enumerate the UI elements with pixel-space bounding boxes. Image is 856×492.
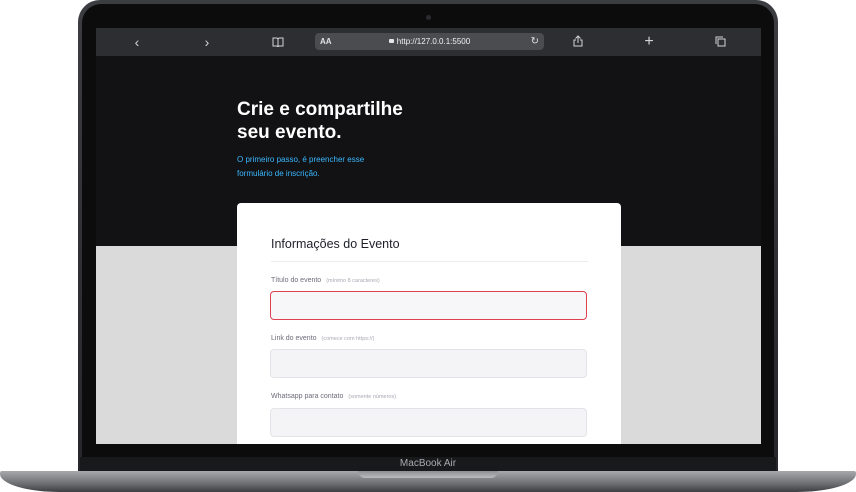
- chevron-right-icon[interactable]: ›: [202, 33, 212, 51]
- event-form-card: Informações do Evento Título do evento (m…: [237, 203, 621, 444]
- event-link-label: Link do evento (comece com https://): [271, 335, 375, 342]
- browser-screen: ‹ › AA http://127.0.0.1:5500 ↻ + Crie e …: [96, 28, 761, 444]
- browser-toolbar: ‹ › AA http://127.0.0.1:5500 ↻ +: [96, 28, 761, 56]
- whatsapp-label: Whatsapp para contato (somente números): [271, 393, 397, 400]
- form-section-title: Informações do Evento: [271, 237, 400, 251]
- divider: [271, 261, 588, 262]
- whatsapp-input[interactable]: [270, 408, 587, 437]
- event-title-label: Título do evento (mínimo 8 caracteres): [271, 277, 380, 284]
- url-text: http://127.0.0.1:5500: [396, 37, 471, 46]
- laptop-notch: [358, 471, 498, 478]
- reload-icon[interactable]: ↻: [531, 33, 539, 50]
- lock-icon: [388, 39, 394, 43]
- tabs-icon[interactable]: [714, 33, 726, 51]
- book-icon[interactable]: [271, 33, 285, 51]
- share-icon[interactable]: [572, 33, 584, 51]
- page-subtitle: O primeiro passo, é preencher esse formu…: [237, 155, 365, 178]
- page-title: Crie e compartilhe seu evento.: [237, 99, 403, 143]
- camera-icon: [426, 15, 431, 20]
- event-link-input[interactable]: [270, 349, 587, 378]
- address-bar[interactable]: AA http://127.0.0.1:5500 ↻: [315, 33, 544, 50]
- chevron-left-icon[interactable]: ‹: [132, 33, 142, 51]
- plus-icon[interactable]: +: [643, 33, 655, 51]
- brand-label: MacBook Air: [399, 458, 457, 469]
- event-title-input[interactable]: [270, 291, 587, 320]
